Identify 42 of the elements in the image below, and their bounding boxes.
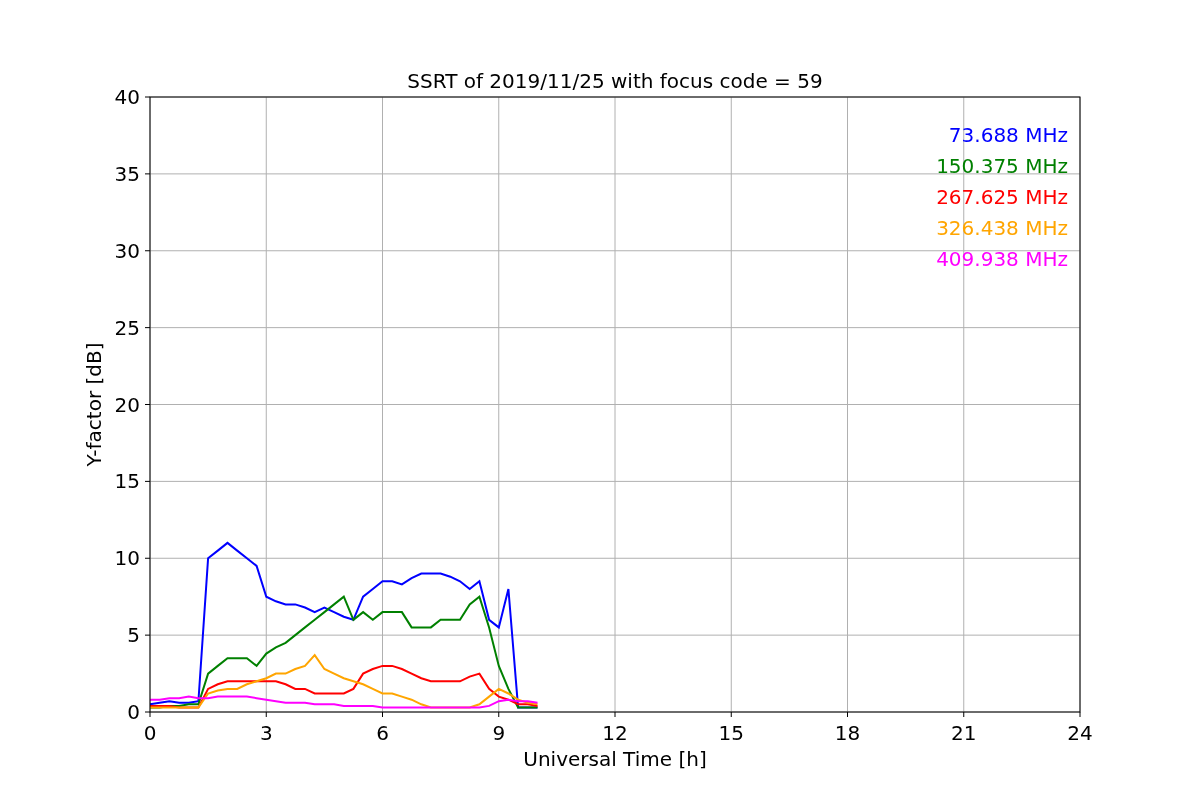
tick-mark bbox=[144, 634, 151, 636]
y-axis-label: Y-factor [dB] bbox=[82, 342, 106, 467]
x-tick-label: 3 bbox=[259, 721, 273, 745]
tick-mark bbox=[847, 711, 848, 718]
y-tick-label: 5 bbox=[127, 623, 140, 648]
tick-mark bbox=[498, 711, 500, 718]
tick-mark bbox=[144, 250, 151, 252]
x-tick-label: 6 bbox=[376, 721, 389, 745]
tick-mark bbox=[144, 404, 151, 405]
y-tick-label: 10 bbox=[114, 546, 140, 571]
tick-mark bbox=[730, 711, 732, 718]
x-tick-label: 15 bbox=[718, 721, 744, 745]
tick-mark bbox=[382, 711, 383, 718]
y-tick-label: 25 bbox=[114, 315, 140, 340]
tick-mark bbox=[614, 711, 616, 718]
x-axis-label: Universal Time [h] bbox=[523, 747, 707, 771]
y-tick-label: 30 bbox=[114, 238, 140, 263]
x-tick-label: 18 bbox=[834, 721, 861, 745]
y-tick-label: 20 bbox=[114, 392, 140, 417]
x-tick-label: 12 bbox=[602, 721, 628, 745]
tick-mark bbox=[1079, 711, 1081, 718]
legend-label: 267.625 MHz bbox=[936, 185, 1068, 209]
tick-mark bbox=[265, 711, 267, 718]
y-tick-label: 0 bbox=[127, 700, 140, 724]
x-tick-label: 0 bbox=[143, 721, 157, 745]
legend-label: 326.438 MHz bbox=[936, 216, 1068, 240]
chart-title: SSRT of 2019/11/25 with focus code = 59 bbox=[407, 69, 823, 93]
tick-mark bbox=[144, 96, 151, 98]
legend-label: 73.688 MHz bbox=[948, 123, 1068, 147]
x-tick-label: 21 bbox=[951, 721, 977, 745]
tick-mark bbox=[144, 327, 151, 329]
y-tick-label: 15 bbox=[114, 469, 140, 494]
tick-mark bbox=[144, 173, 151, 175]
tick-mark bbox=[963, 711, 965, 718]
y-tick-label: 35 bbox=[114, 161, 140, 186]
tick-mark bbox=[144, 480, 151, 482]
y-tick-label: 40 bbox=[114, 85, 140, 109]
legend-label: 150.375 MHz bbox=[936, 154, 1068, 178]
tick-mark bbox=[144, 557, 151, 559]
x-tick-label: 24 bbox=[1067, 721, 1093, 745]
x-tick-label: 9 bbox=[492, 721, 506, 745]
legend-label: 409.938 MHz bbox=[936, 247, 1068, 271]
